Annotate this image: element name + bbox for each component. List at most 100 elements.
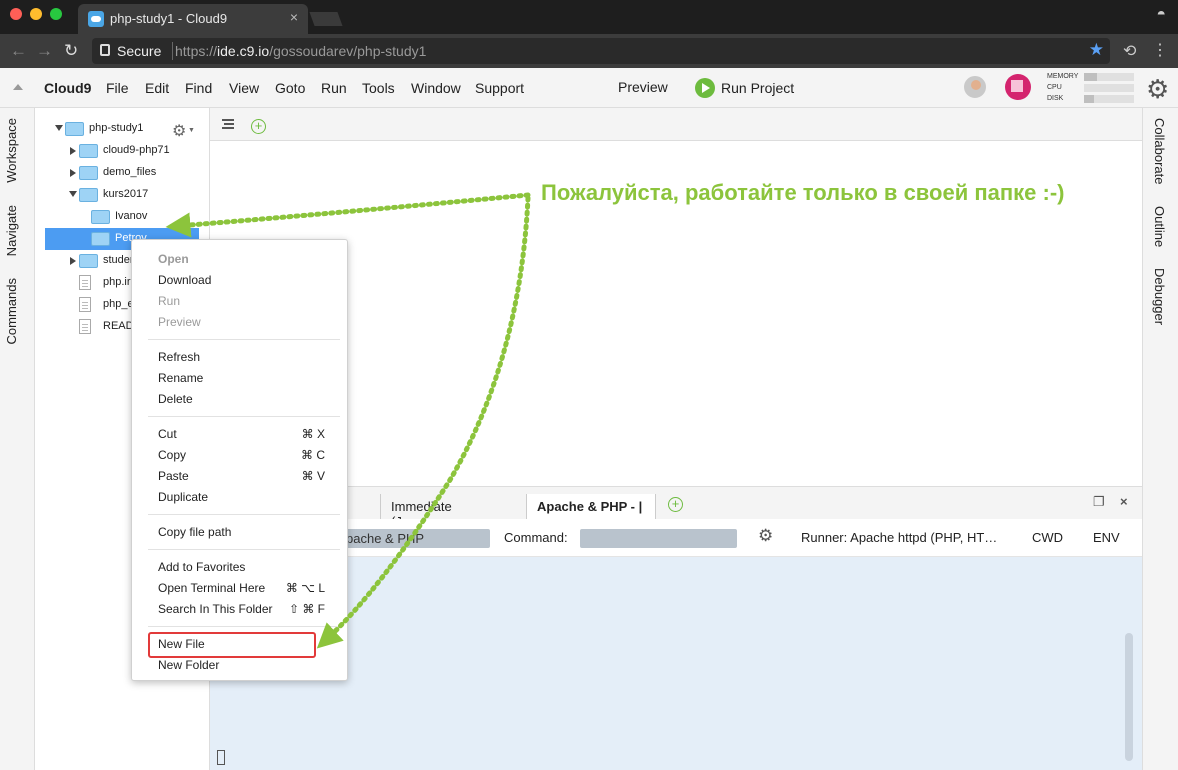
- context-menu-item[interactable]: Copy: [158, 448, 186, 462]
- context-menu-item[interactable]: Run: [158, 294, 180, 308]
- folder-icon: [91, 210, 110, 224]
- cpu-meter: [1084, 84, 1134, 92]
- url-divider: [172, 42, 173, 60]
- folder-icon: [65, 122, 84, 136]
- tab-workspace[interactable]: Workspace: [4, 118, 19, 183]
- tab-navigate[interactable]: Navigate: [4, 205, 19, 256]
- restore-panel-icon[interactable]: ❐: [1093, 494, 1105, 510]
- run-play-icon[interactable]: [695, 78, 715, 98]
- menu-support[interactable]: Support: [475, 80, 524, 96]
- menu-separator: [148, 416, 340, 417]
- disk-meter-fill: [1084, 95, 1094, 103]
- tab-commands[interactable]: Commands: [4, 278, 19, 344]
- console-tab-immediate[interactable]: Immediate (Java×: [380, 494, 500, 529]
- tree-item-folder[interactable]: kurs2017: [35, 184, 210, 206]
- tab-outline[interactable]: Outline: [1152, 206, 1167, 247]
- user-avatar[interactable]: [1005, 74, 1031, 100]
- new-tab-button[interactable]: [309, 12, 343, 26]
- command-input[interactable]: [580, 529, 737, 548]
- menu-run[interactable]: Run: [321, 80, 347, 96]
- tree-item-label: php-study1: [89, 122, 144, 134]
- tree-item-folder[interactable]: demo_files: [35, 162, 210, 184]
- menu-view[interactable]: View: [229, 80, 259, 96]
- back-arrow-icon[interactable]: ←: [10, 41, 27, 61]
- tree-item-folder[interactable]: cloud9-php71: [35, 140, 210, 162]
- tree-item-folder[interactable]: Ivanov: [35, 206, 210, 228]
- minimize-window-button[interactable]: [30, 8, 42, 20]
- caret-right-icon[interactable]: [70, 147, 76, 155]
- caret-right-icon[interactable]: [70, 169, 76, 177]
- context-menu-item[interactable]: Open: [158, 252, 189, 266]
- bookmark-star-icon[interactable]: ★: [1089, 40, 1104, 60]
- tree-item-folder[interactable]: php-study1: [35, 118, 210, 140]
- browser-tab-active[interactable]: php-study1 - Cloud9 ×: [78, 4, 308, 34]
- disk-meter: [1084, 95, 1134, 103]
- browser-title-bar: php-study1 - Cloud9 × ◓: [0, 0, 1178, 34]
- menu-separator: [148, 514, 340, 515]
- context-menu-item[interactable]: Rename: [158, 371, 203, 385]
- history-icon[interactable]: ⟲: [1123, 41, 1136, 61]
- context-menu-item[interactable]: New File: [158, 637, 205, 651]
- console-output[interactable]: [210, 557, 1142, 770]
- context-menu-item[interactable]: Copy file path: [158, 525, 231, 539]
- collaborator-avatar[interactable]: [962, 74, 988, 100]
- folder-icon: [79, 144, 98, 158]
- context-menu-item[interactable]: Open Terminal Here: [158, 581, 265, 595]
- context-menu-item[interactable]: Delete: [158, 392, 193, 406]
- maximize-window-button[interactable]: [50, 8, 62, 20]
- context-menu-item[interactable]: New Folder: [158, 658, 219, 672]
- browser-toolbar: ← → ↻ Secure https://ide.c9.io/gossoudar…: [0, 34, 1178, 68]
- env-button[interactable]: ENV: [1093, 530, 1120, 545]
- new-console-tab-plus-icon[interactable]: +: [668, 497, 683, 512]
- menu-window[interactable]: Window: [411, 80, 461, 96]
- context-menu-item[interactable]: Preview: [158, 315, 201, 329]
- caret-down-icon[interactable]: [55, 125, 63, 131]
- context-menu-item[interactable]: Duplicate: [158, 490, 208, 504]
- context-menu-item[interactable]: Refresh: [158, 350, 200, 364]
- close-panel-icon[interactable]: ×: [1120, 494, 1128, 509]
- context-menu-shortcut: ⌘ C: [301, 448, 325, 462]
- console-tab-apache-php[interactable]: Apache & PHP - |×: [526, 494, 656, 529]
- menu-file[interactable]: File: [106, 80, 129, 96]
- tab-collaborate[interactable]: Collaborate: [1152, 118, 1167, 185]
- menu-cloud9[interactable]: Cloud9: [44, 80, 91, 96]
- tab-close-icon[interactable]: ×: [290, 9, 298, 25]
- menu-tools[interactable]: Tools: [362, 80, 395, 96]
- runner-selector[interactable]: Runner: Apache httpd (PHP, HT…: [801, 530, 997, 545]
- tree-item-label: php_e: [103, 298, 134, 310]
- context-menu-item[interactable]: Paste: [158, 469, 189, 483]
- console-tab-apache-php-label: Apache & PHP - |: [537, 499, 643, 514]
- tab-list-icon[interactable]: [222, 119, 234, 129]
- tab-debugger[interactable]: Debugger: [1152, 268, 1167, 325]
- menu-find[interactable]: Find: [185, 80, 212, 96]
- cwd-button[interactable]: CWD: [1032, 530, 1063, 545]
- reload-icon[interactable]: ↻: [64, 41, 78, 61]
- browser-menu-icon[interactable]: ⋮: [1152, 40, 1168, 60]
- context-menu-item[interactable]: Search In This Folder: [158, 602, 273, 616]
- settings-gear-icon[interactable]: ⚙: [1146, 74, 1169, 105]
- caret-down-icon[interactable]: [69, 191, 77, 197]
- run-project-button[interactable]: Run Project: [721, 80, 794, 96]
- folder-icon: [79, 254, 98, 268]
- context-menu-item[interactable]: Download: [158, 273, 211, 287]
- forward-arrow-icon[interactable]: →: [36, 41, 53, 61]
- menu-goto[interactable]: Goto: [275, 80, 305, 96]
- context-menu-item[interactable]: Cut: [158, 427, 177, 441]
- preview-button[interactable]: Preview: [618, 79, 668, 95]
- caret-right-icon[interactable]: [70, 257, 76, 265]
- close-window-button[interactable]: [10, 8, 22, 20]
- runner-settings-gear-icon[interactable]: ⚙: [758, 526, 773, 546]
- collapse-menubar-icon[interactable]: [13, 84, 23, 90]
- tree-item-label: php.ir: [103, 276, 131, 288]
- run-config-name-field[interactable]: pache & PHP: [346, 529, 490, 548]
- menu-separator: [148, 549, 340, 550]
- file-icon: [79, 319, 91, 334]
- context-menu-shortcut: ⇧ ⌘ F: [288, 602, 325, 616]
- secure-label: Secure: [117, 43, 162, 59]
- context-menu-item[interactable]: Add to Favorites: [158, 560, 245, 574]
- address-bar[interactable]: Secure https://ide.c9.io/gossoudarev/php…: [92, 38, 1110, 64]
- new-editor-tab-plus-icon[interactable]: +: [251, 119, 266, 134]
- menu-edit[interactable]: Edit: [145, 80, 169, 96]
- url-text[interactable]: https://ide.c9.io/gossoudarev/php-study1: [175, 43, 426, 59]
- console-scrollbar[interactable]: [1125, 633, 1133, 761]
